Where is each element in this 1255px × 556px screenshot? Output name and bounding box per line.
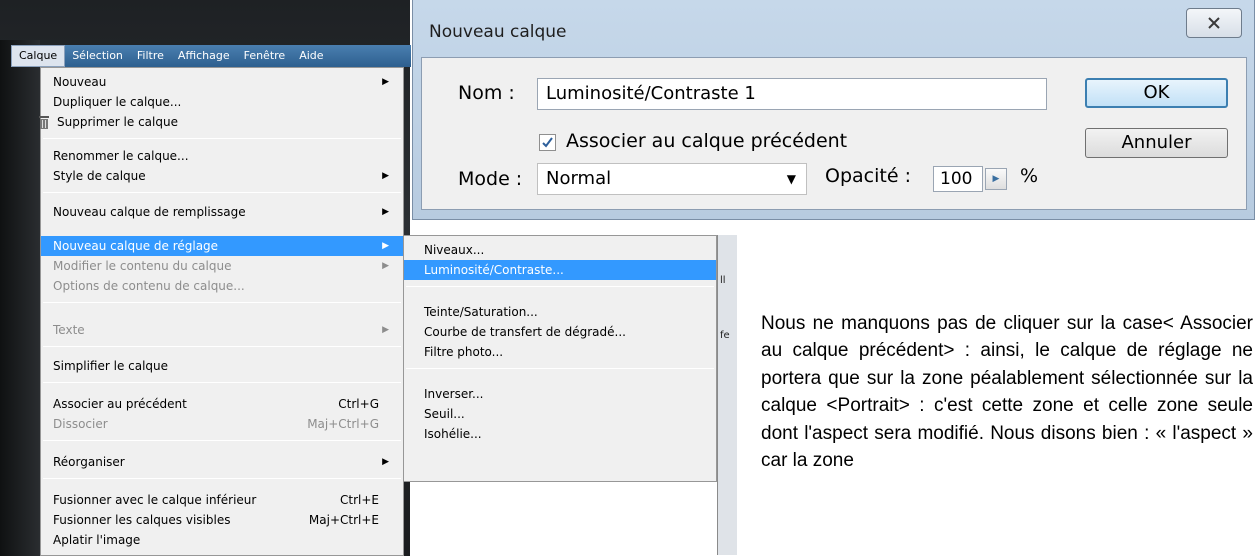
mode-value: Normal bbox=[546, 168, 612, 189]
menu-item-associer[interactable]: Associer au précédent Ctrl+G bbox=[41, 394, 403, 414]
menu-item-fusionner-visibles[interactable]: Fusionner les calques visibles Maj+Ctrl+E bbox=[41, 510, 403, 530]
menu-item-dissocier: Dissocier Maj+Ctrl+G bbox=[41, 414, 403, 434]
calque-menu: Nouveau ▶ Dupliquer le calque... Supprime… bbox=[39, 67, 404, 556]
menu-filtre[interactable]: Filtre bbox=[130, 45, 171, 67]
opacity-label: Opacité : bbox=[825, 165, 911, 187]
name-field[interactable]: Luminosité/Contraste 1 bbox=[537, 78, 1047, 110]
associer-checkbox[interactable] bbox=[539, 134, 556, 151]
fragment-text: ll bbox=[720, 275, 726, 286]
menu-item-reorganiser[interactable]: Réorganiser ▶ bbox=[41, 452, 403, 472]
cancel-button[interactable]: Annuler bbox=[1085, 128, 1228, 158]
menu-separator bbox=[43, 302, 401, 303]
percent-label: % bbox=[1020, 165, 1039, 187]
menu-bar: Calque Sélection Filtre Affichage Fenêtr… bbox=[11, 45, 411, 67]
mode-label: Mode : bbox=[458, 168, 523, 190]
menu-item-renommer[interactable]: Renommer le calque... bbox=[41, 146, 403, 166]
submenu-item-luminosite[interactable]: Luminosité/Contraste... bbox=[404, 260, 716, 280]
close-button[interactable] bbox=[1186, 8, 1242, 38]
menu-separator bbox=[406, 368, 714, 369]
submenu-arrow-icon: ▶ bbox=[382, 77, 389, 87]
submenu-item-seuil[interactable]: Seuil... bbox=[404, 404, 716, 424]
menu-item-texte: Texte ▶ bbox=[41, 320, 403, 340]
menu-item-modifier-contenu: Modifier le contenu du calque ▶ bbox=[41, 256, 403, 276]
chevron-down-icon: ▼ bbox=[786, 172, 796, 186]
close-icon bbox=[1208, 17, 1220, 29]
submenu-arrow-icon: ▶ bbox=[382, 171, 389, 181]
name-label: Nom : bbox=[458, 82, 515, 104]
menu-separator bbox=[406, 286, 714, 287]
menu-separator bbox=[43, 346, 401, 347]
background-window-fragment: ll fe bbox=[717, 235, 737, 555]
tools-panel-edge bbox=[0, 40, 40, 556]
menu-selection[interactable]: Sélection bbox=[65, 45, 130, 67]
submenu-arrow-icon: ▶ bbox=[382, 261, 389, 271]
fragment-text: fe bbox=[720, 330, 730, 341]
shortcut-label: Maj+Ctrl+E bbox=[308, 513, 379, 527]
menu-item-fusionner-inferieur[interactable]: Fusionner avec le calque inférieur Ctrl+E bbox=[41, 490, 403, 510]
menu-separator bbox=[43, 440, 401, 441]
opacity-slider-button[interactable]: ▶ bbox=[985, 168, 1007, 190]
shortcut-label: Ctrl+E bbox=[340, 493, 379, 507]
menu-item-style[interactable]: Style de calque ▶ bbox=[41, 166, 403, 186]
body-paragraph: Nous ne manquons pas de cliquer sur la c… bbox=[761, 313, 1253, 472]
submenu-item-niveaux[interactable]: Niveaux... bbox=[404, 240, 716, 260]
shortcut-label: Ctrl+G bbox=[338, 397, 379, 411]
menu-item-options-contenu: Options de contenu de calque... bbox=[53, 279, 245, 293]
menu-item-supprimer[interactable]: Supprimer le calque bbox=[39, 112, 403, 132]
checkbox-label: Associer au calque précédent bbox=[566, 130, 848, 152]
submenu-arrow-icon: ▶ bbox=[382, 325, 389, 335]
menu-item-aplatir[interactable]: Aplatir l'image bbox=[41, 530, 403, 550]
menu-separator bbox=[43, 478, 401, 479]
shortcut-label: Maj+Ctrl+G bbox=[307, 417, 379, 431]
opacity-field[interactable]: 100 bbox=[933, 166, 983, 192]
submenu-item-filtre-photo[interactable]: Filtre photo... bbox=[404, 342, 716, 362]
menu-item-remplissage[interactable]: Nouveau calque de remplissage ▶ bbox=[41, 202, 403, 222]
menu-separator bbox=[43, 138, 401, 139]
menu-separator bbox=[43, 192, 401, 193]
submenu-item-teinte[interactable]: Teinte/Saturation... bbox=[404, 302, 716, 322]
mode-select[interactable]: Normal ▼ bbox=[537, 163, 807, 195]
menu-calque[interactable]: Calque bbox=[11, 45, 66, 67]
nouveau-calque-dialog: Nouveau calque Nom : Luminosité/Contrast… bbox=[412, 0, 1255, 220]
submenu-item-inverser[interactable]: Inverser... bbox=[404, 384, 716, 404]
menu-fenetre[interactable]: Fenêtre bbox=[237, 45, 293, 67]
menu-separator bbox=[43, 382, 401, 383]
ok-button[interactable]: OK bbox=[1085, 78, 1228, 108]
trash-icon bbox=[39, 116, 49, 129]
submenu-item-courbe[interactable]: Courbe de transfert de dégradé... bbox=[404, 322, 716, 342]
menu-aide[interactable]: Aide bbox=[292, 45, 330, 67]
dialog-title: Nouveau calque bbox=[429, 22, 567, 42]
submenu-item-isohelie[interactable]: Isohélie... bbox=[404, 424, 716, 444]
reglage-submenu: Niveaux... Luminosité/Contraste... Teint… bbox=[403, 235, 717, 482]
menu-item-dupliquer[interactable]: Dupliquer le calque... bbox=[41, 92, 403, 112]
menu-item-nouveau[interactable]: Nouveau ▶ bbox=[41, 72, 403, 92]
menu-item-reglage[interactable]: Nouveau calque de réglage ▶ bbox=[41, 236, 403, 256]
dialog-body: Nom : Luminosité/Contraste 1 OK Associer… bbox=[421, 57, 1247, 210]
menu-item-simplifier[interactable]: Simplifier le calque bbox=[41, 356, 403, 376]
submenu-arrow-icon: ▶ bbox=[382, 457, 389, 467]
checkmark-icon bbox=[542, 137, 553, 148]
submenu-arrow-icon: ▶ bbox=[382, 207, 389, 217]
menu-affichage[interactable]: Affichage bbox=[171, 45, 237, 67]
submenu-arrow-icon: ▶ bbox=[382, 241, 389, 251]
